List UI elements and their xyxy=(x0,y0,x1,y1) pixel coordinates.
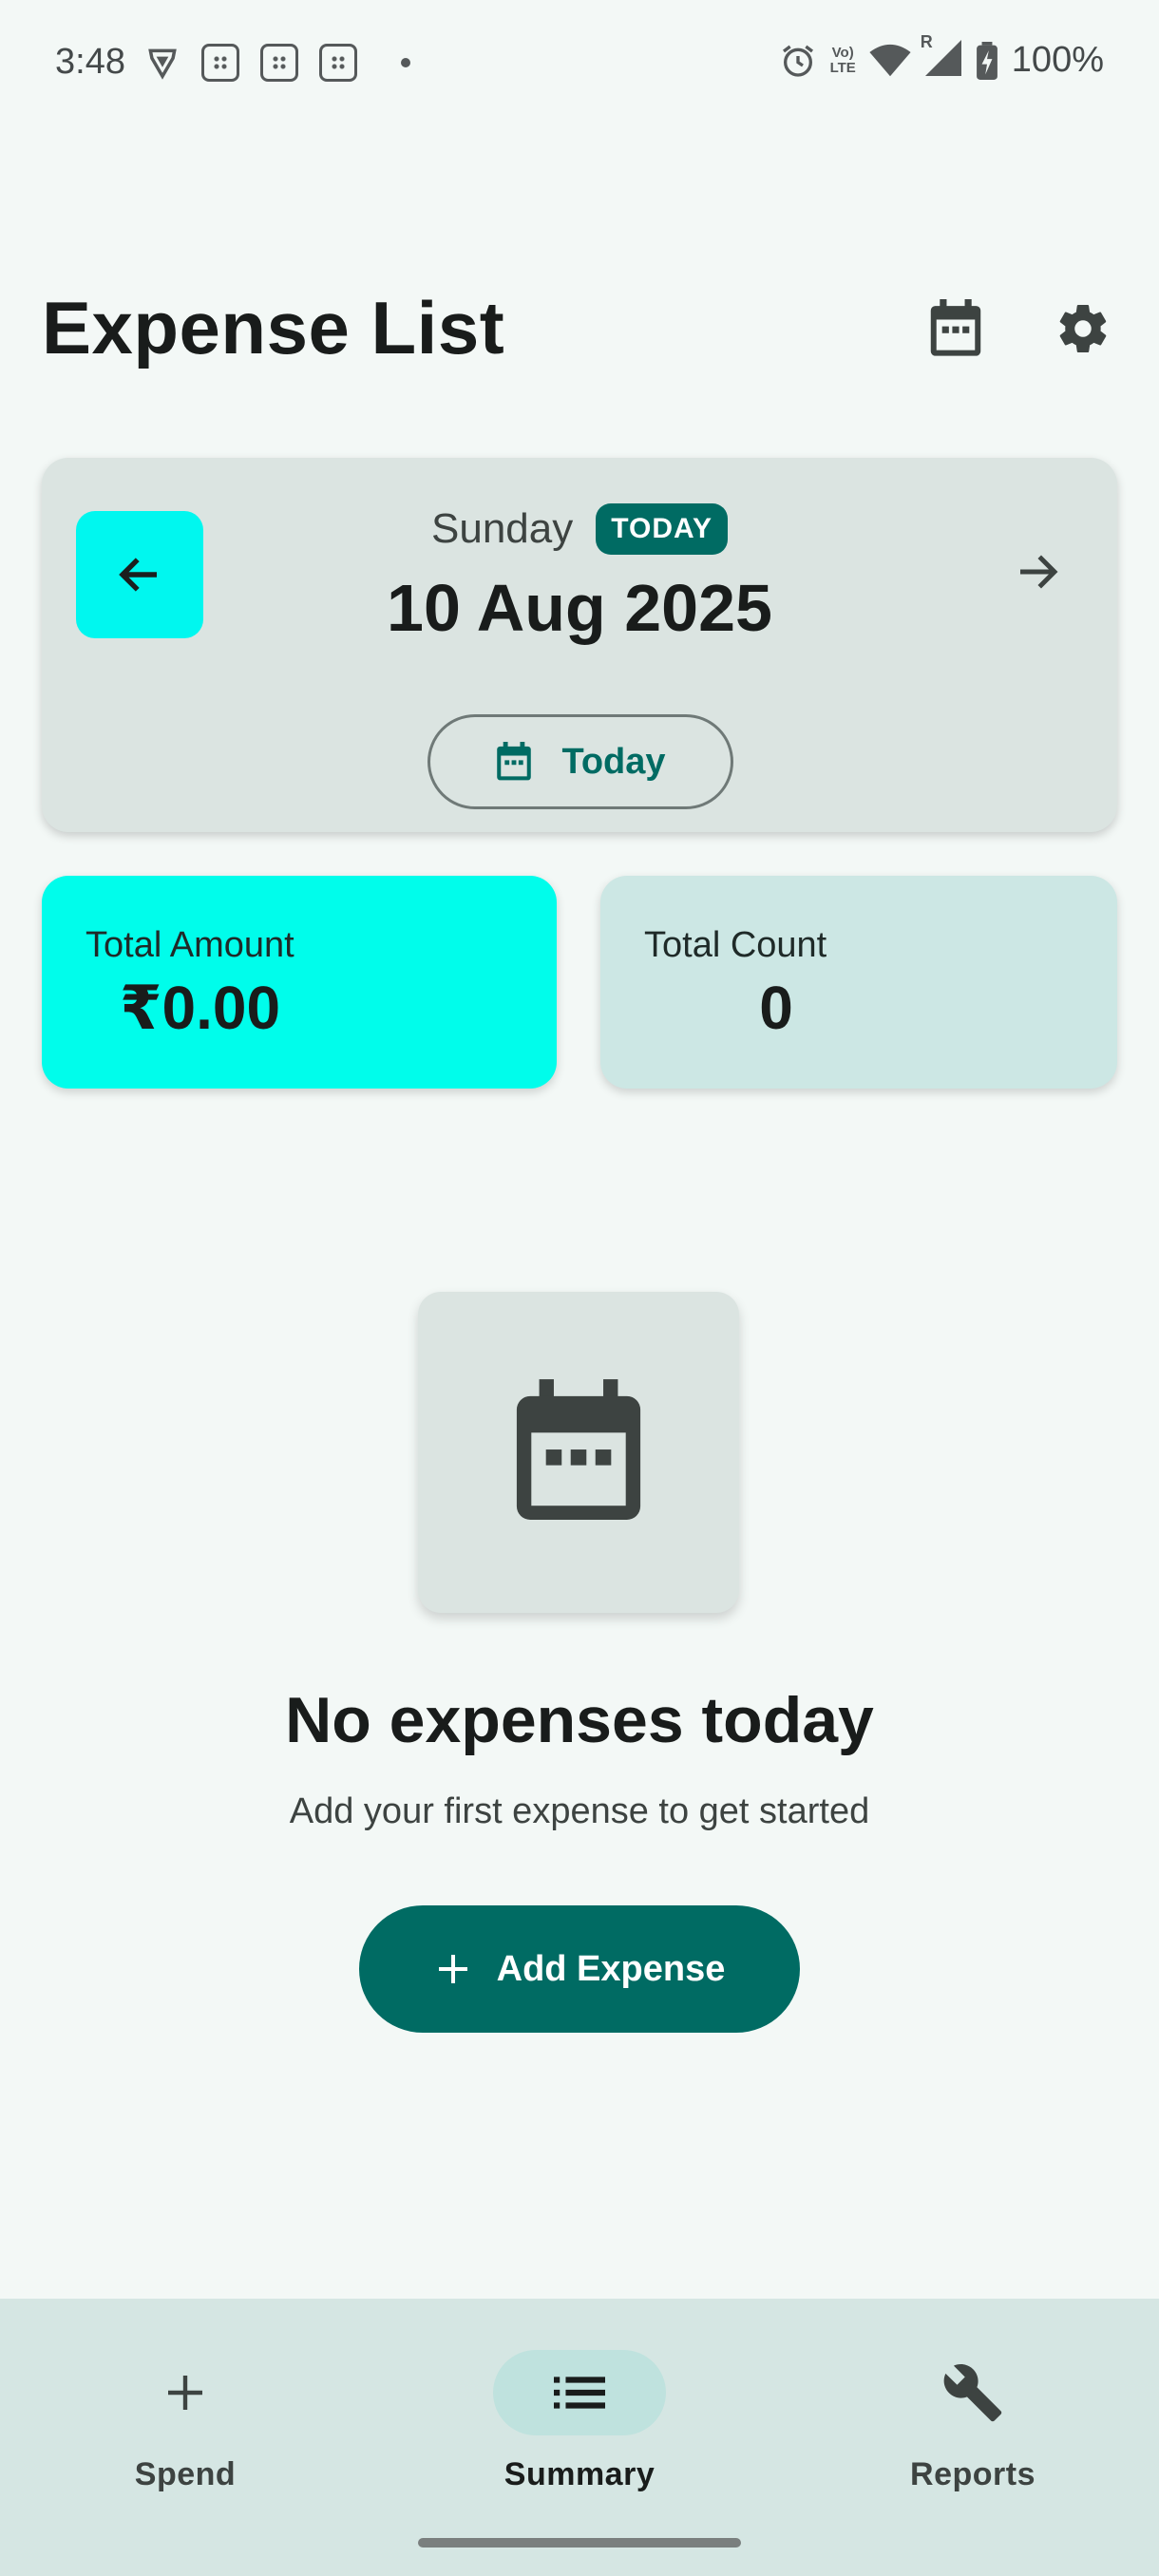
wrench-icon xyxy=(943,2364,1002,2422)
plus-icon xyxy=(438,1955,467,1983)
nav-item-summary[interactable]: Summary xyxy=(456,2335,703,2525)
nav-icon-container xyxy=(886,2350,1059,2435)
next-day-button[interactable] xyxy=(980,515,1094,629)
expense-list-screen: 3:48 Vo) LTE R 100% Expense List Sunday … xyxy=(0,0,1159,2576)
date-selector-card: Sunday TODAY 10 Aug 2025 Today xyxy=(42,458,1117,832)
wifi-icon xyxy=(869,44,911,76)
vpn-shield-icon xyxy=(148,48,177,80)
empty-state-illustration xyxy=(418,1292,739,1613)
settings-button[interactable] xyxy=(1045,291,1121,367)
list-icon xyxy=(554,2377,605,2409)
gear-icon xyxy=(1059,305,1107,353)
nav-label-reports: Reports xyxy=(910,2456,1036,2492)
signal-icon: R xyxy=(921,32,962,81)
status-time: 3:48 xyxy=(55,42,125,82)
total-amount-card: Total Amount ₹0.00 xyxy=(42,876,557,1089)
day-row: Sunday TODAY xyxy=(42,503,1117,555)
go-to-today-button[interactable]: Today xyxy=(428,714,733,809)
today-button-label: Today xyxy=(561,741,666,782)
volte-icon: Vo) LTE xyxy=(829,44,856,76)
app-notification-icon xyxy=(260,44,298,82)
nav-label-spend: Spend xyxy=(134,2456,237,2492)
nav-item-spend[interactable]: Spend xyxy=(62,2335,309,2525)
plus-icon xyxy=(168,2376,202,2410)
nav-label-summary: Summary xyxy=(504,2456,656,2492)
page-title: Expense List xyxy=(42,286,505,369)
nav-active-indicator xyxy=(493,2350,666,2435)
selected-date: 10 Aug 2025 xyxy=(387,571,772,645)
app-notification-icon xyxy=(319,44,357,82)
total-count-card: Total Count 0 xyxy=(600,876,1117,1089)
empty-state-subtitle: Add your first expense to get started xyxy=(289,1791,870,1831)
nav-icon-container xyxy=(99,2350,272,2435)
battery-charging-icon xyxy=(976,41,998,80)
battery-percent: 100% xyxy=(1011,40,1104,80)
total-amount-label: Total Amount xyxy=(86,925,294,965)
calendar-button[interactable] xyxy=(918,291,994,367)
total-count-value: 0 xyxy=(759,974,793,1042)
add-expense-button[interactable]: Add Expense xyxy=(359,1905,800,2033)
system-icons: Vo) LTE R 100% xyxy=(779,32,1104,81)
alarm-icon xyxy=(782,45,813,77)
calendar-icon xyxy=(930,299,981,356)
add-expense-label: Add Expense xyxy=(496,1948,726,1989)
roaming-label: R xyxy=(920,32,933,51)
more-notifications-icon xyxy=(401,58,410,67)
total-amount-value: ₹0.00 xyxy=(120,974,281,1042)
calendar-icon xyxy=(516,1379,641,1520)
nav-item-reports[interactable]: Reports xyxy=(849,2335,1096,2525)
total-count-label: Total Count xyxy=(644,925,827,965)
notification-icons xyxy=(144,44,410,82)
app-notification-icon xyxy=(201,44,239,82)
status-bar: 3:48 Vo) LTE R 100% xyxy=(0,0,1159,133)
today-badge: TODAY xyxy=(596,503,728,555)
empty-state-title: No expenses today xyxy=(285,1684,874,1756)
day-name: Sunday xyxy=(431,505,574,552)
bottom-navigation: Spend Summary Reports xyxy=(0,2299,1159,2576)
calendar-icon xyxy=(497,742,532,781)
arrow-right-icon xyxy=(1020,555,1058,589)
home-indicator[interactable] xyxy=(418,2538,741,2548)
